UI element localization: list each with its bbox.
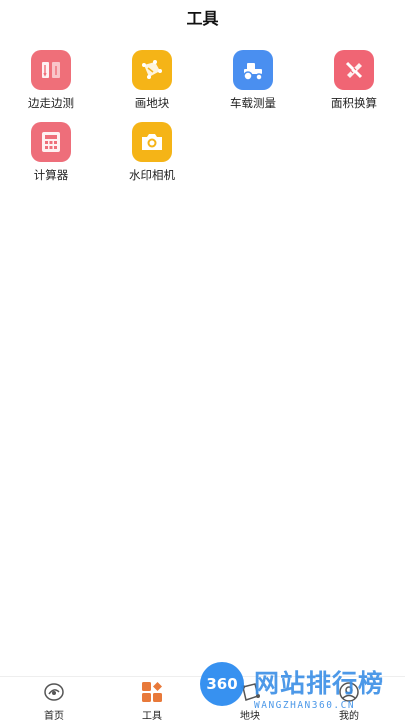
ruler-pencil-icon — [334, 50, 374, 90]
tab-home[interactable]: 首页 — [24, 681, 84, 722]
tool-watermark-camera[interactable]: 水印相机 — [112, 122, 192, 183]
tab-tools[interactable]: 工具 — [122, 681, 182, 722]
tool-label: 面积换算 — [331, 96, 377, 110]
page-title: 工具 — [186, 9, 219, 28]
tool-draw-plot[interactable]: 画地块 — [112, 50, 192, 111]
tool-label: 水印相机 — [129, 168, 175, 182]
tool-label: 车载测量 — [230, 96, 276, 110]
walk-measure-icon — [31, 50, 71, 90]
watermark-badge: 360 — [200, 662, 244, 706]
watermark-text: 网站排行榜 — [254, 669, 385, 698]
tool-calculator[interactable]: 计算器 — [11, 122, 91, 183]
tool-vehicle-measure[interactable]: 车载测量 — [213, 50, 293, 111]
tool-area-convert[interactable]: 面积换算 — [314, 50, 394, 111]
tool-label: 计算器 — [33, 168, 69, 182]
tractor-icon — [233, 50, 273, 90]
home-icon — [43, 681, 65, 703]
calculator-icon — [31, 122, 71, 162]
tools-grid-icon — [141, 681, 163, 703]
header: 工具 — [0, 0, 405, 34]
camera-icon — [132, 122, 172, 162]
site-watermark: 360 网站排行榜 WANGZHAN360.CN — [196, 660, 405, 720]
tool-walk-measure[interactable]: 边走边测 — [11, 50, 91, 111]
watermark-subtext: WANGZHAN360.CN — [254, 700, 356, 711]
draw-plot-icon — [132, 50, 172, 90]
tool-label: 画地块 — [134, 96, 170, 110]
tool-label: 边走边测 — [28, 96, 74, 110]
